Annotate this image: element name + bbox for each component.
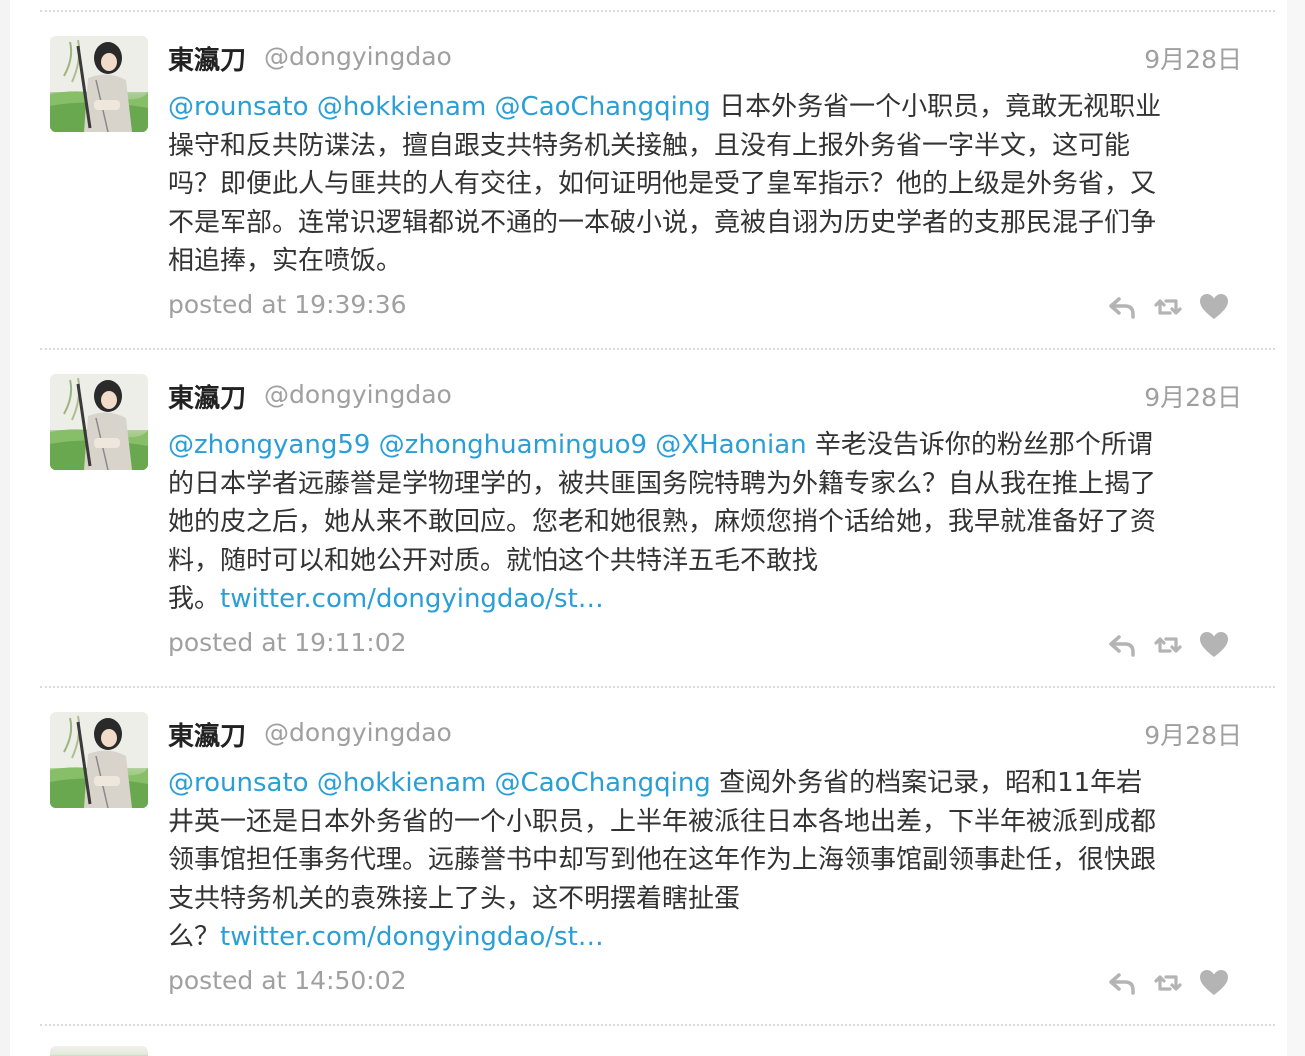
display-name[interactable]: 東瀛刀 [168, 716, 246, 753]
tweet-text-line: 料，随时可以和她公开对质。就怕这个共特洋五毛不敢找 [168, 542, 1248, 581]
tweet[interactable]: 東瀛刀 @dongyingdao 9月28日 @zhongyang59 @zhongh… [0, 374, 1305, 712]
tweet-text-segment: 井英一还是日本外务省的一个小职员，上半年被派往日本各地出差，下半年被派到成都 [168, 806, 1157, 837]
user-handle[interactable]: @dongyingdao [264, 380, 452, 409]
tweet-link[interactable]: twitter.com/dongyingdao/st… [220, 922, 604, 952]
tweet-text-segment: 的日本学者远藤誉是学物理学的，被共匪国务院特聘为外籍专家么？自从我在推上揭了 [168, 468, 1157, 499]
tweet-text-segment: 不是军部。连常识逻辑都说不通的一本破小说，竟被自诩为历史学者的支那民混子们争 [168, 207, 1157, 238]
avatar[interactable] [50, 712, 148, 808]
tweet-text-segment: 我。 [168, 584, 221, 614]
tweet-text-segment: 么？ [168, 922, 221, 952]
tweet-link[interactable]: @rounsato @hokkienam @CaoChangqing [168, 768, 711, 798]
tweet-text-line: @rounsato @hokkienam @CaoChangqing 查阅外务省… [168, 764, 1248, 803]
tweet-text-segment: 支共特务机关的袁殊接上了头，这不明摆着瞎扯蛋 [168, 883, 741, 914]
tweet-text-segment: 她的皮之后，她从来不敢回应。您老和她很熟，麻烦您捎个话给她，我早就准备好了资 [168, 507, 1157, 537]
retweet-icon[interactable] [1151, 628, 1185, 662]
display-name[interactable]: 東瀛刀 [168, 40, 246, 77]
tweet-text-line: 相追捧，实在喷饭。 [168, 242, 1248, 281]
tweet-divider [40, 10, 1275, 12]
tweet-text-segment: 吗？即便此人与匪共的人有交往，如何证明他是受了皇军指示？他的上级是外务省，又 [168, 169, 1157, 199]
timeline-page: 東瀛刀 @dongyingdao 9月28日 @rounsato @hokkienam… [0, 0, 1305, 1056]
tweet-text-line: 不是军部。连常识逻辑都说不通的一本破小说，竟被自诩为历史学者的支那民混子们争 [168, 204, 1248, 243]
tweet-text: @rounsato @hokkienam @CaoChangqing 查阅外务省… [168, 764, 1248, 957]
tweet[interactable]: 東瀛刀 @dongyingdao 9月28日 @rounsato @hokkienam… [0, 712, 1305, 1050]
tweet-text-segment: 日本外务省一个小职员，竟敢无视职业 [710, 92, 1162, 122]
posted-timestamp: posted at 14:50:02 [168, 966, 407, 995]
tweet-text-line: 么？twitter.com/dongyingdao/st… [168, 918, 1248, 957]
tweet-text-segment: 料，随时可以和她公开对质。就怕这个共特洋五毛不敢找 [168, 545, 819, 576]
tweet-text-line: 吗？即便此人与匪共的人有交往，如何证明他是受了皇军指示？他的上级是外务省，又 [168, 165, 1248, 204]
tweet-text-line: @zhongyang59 @zhonghuaminguo9 @XHaonian … [168, 426, 1248, 465]
retweet-icon[interactable] [1151, 290, 1185, 324]
tweet-actions [1105, 966, 1245, 1000]
tweet[interactable]: 東瀛刀 @dongyingdao 9月28日 @rounsato @hokkienam… [0, 36, 1305, 374]
timeline-column: 東瀛刀 @dongyingdao 9月28日 @rounsato @hokkienam… [0, 0, 1305, 1056]
tweet-text-line: @rounsato @hokkienam @CaoChangqing 日本外务省… [168, 88, 1248, 127]
tweet-date[interactable]: 9月28日 [1144, 378, 1242, 414]
posted-timestamp: posted at 19:11:02 [168, 628, 407, 657]
avatar[interactable] [50, 36, 148, 132]
tweet-text: @rounsato @hokkienam @CaoChangqing 日本外务省… [168, 88, 1248, 281]
tweet-text-line: 我。twitter.com/dongyingdao/st… [168, 580, 1248, 619]
tweet-date[interactable]: 9月28日 [1144, 716, 1242, 752]
display-name[interactable]: 東瀛刀 [168, 378, 246, 415]
user-handle[interactable]: @dongyingdao [264, 42, 452, 71]
tweet-text-line: 支共特务机关的袁殊接上了头，这不明摆着瞎扯蛋 [168, 880, 1248, 919]
tweet-text-line: 井英一还是日本外务省的一个小职员，上半年被派往日本各地出差，下半年被派到成都 [168, 803, 1248, 842]
tweet-text-line: 她的皮之后，她从来不敢回应。您老和她很熟，麻烦您捎个话给她，我早就准备好了资 [168, 503, 1248, 542]
favorite-icon[interactable] [1197, 290, 1231, 324]
retweet-icon[interactable] [1151, 966, 1185, 1000]
tweet-link[interactable]: twitter.com/dongyingdao/st… [220, 584, 604, 614]
posted-timestamp: posted at 19:39:36 [168, 290, 407, 319]
tweet-text-line: 操守和反共防谍法，擅自跟支共特务机关接触，且没有上报外务省一字半文，这可能 [168, 127, 1248, 166]
tweet-text-segment: 领事馆担任事务代理。远藤誉书中却写到他在这年作为上海领事馆副领事赴任，很快跟 [168, 845, 1157, 875]
reply-icon[interactable] [1105, 290, 1139, 324]
tweet-text-segment: 相追捧，实在喷饭。 [168, 246, 403, 276]
tweet-actions [1105, 628, 1245, 662]
tweet-text-segment: 操守和反共防谍法，擅自跟支共特务机关接触，且没有上报外务省一字半文，这可能 [168, 130, 1131, 161]
avatar[interactable] [50, 374, 148, 470]
reply-icon[interactable] [1105, 628, 1139, 662]
user-handle[interactable]: @dongyingdao [264, 718, 452, 747]
tweet-text: @zhongyang59 @zhonghuaminguo9 @XHaonian … [168, 426, 1248, 619]
tweet-text-segment: 辛老没告诉你的粉丝那个所谓 [806, 430, 1153, 460]
tweet-text-segment: 查阅外务省的档案记录，昭和11年岩 [710, 768, 1143, 798]
tweet-link[interactable]: @rounsato @hokkienam @CaoChangqing [168, 92, 711, 122]
avatar[interactable] [50, 1046, 148, 1056]
tweet-link[interactable]: @zhongyang59 @zhonghuaminguo9 @XHaonian [168, 430, 807, 460]
tweet-actions [1105, 290, 1245, 324]
tweet-date[interactable]: 9月28日 [1144, 40, 1242, 76]
favorite-icon[interactable] [1197, 966, 1231, 1000]
favorite-icon[interactable] [1197, 628, 1231, 662]
tweet-text-line: 领事馆担任事务代理。远藤誉书中却写到他在这年作为上海领事馆副领事赴任，很快跟 [168, 841, 1248, 880]
reply-icon[interactable] [1105, 966, 1139, 1000]
tweet-text-line: 的日本学者远藤誉是学物理学的，被共匪国务院特聘为外籍专家么？自从我在推上揭了 [168, 465, 1248, 504]
